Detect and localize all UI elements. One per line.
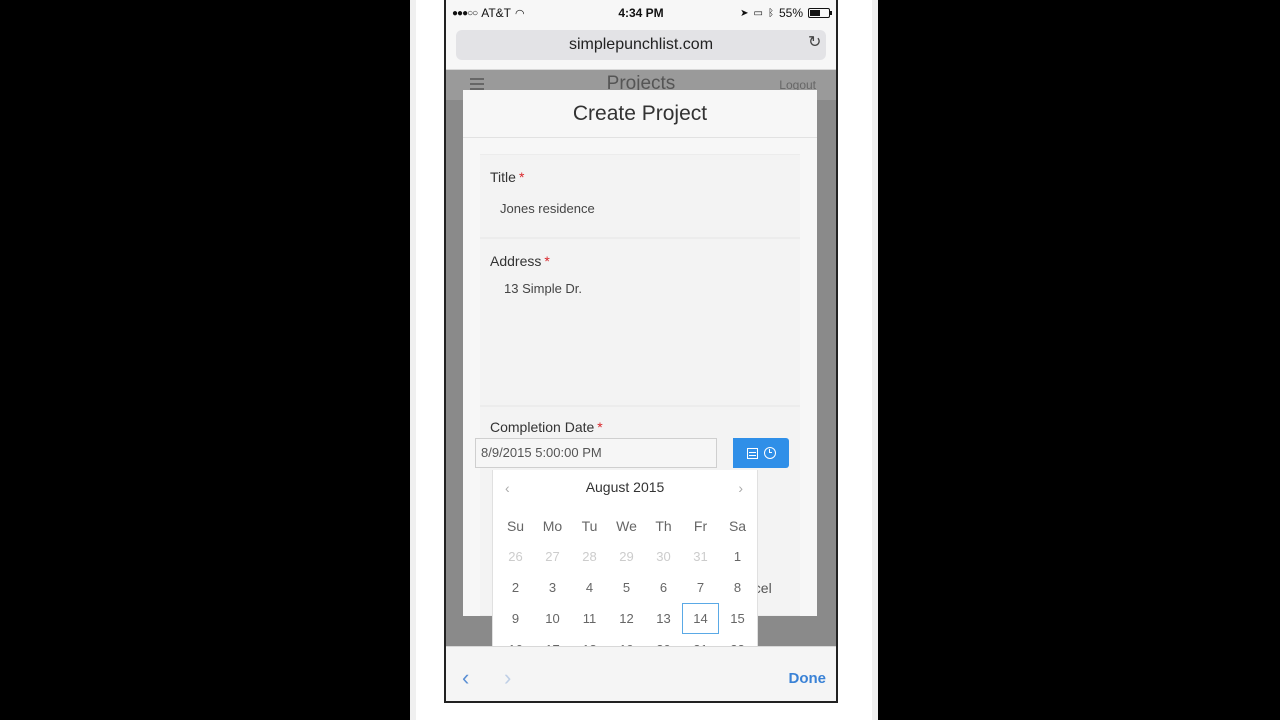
weekday-label: We: [616, 517, 637, 534]
required-mark: *: [544, 253, 550, 269]
phone-screen: ●●●○○ AT&T ◠ 4:34 PM ➤ ▭ ᛒ 55% simplepun…: [444, 0, 838, 703]
calendar-day[interactable]: 22: [719, 634, 756, 646]
calendar-day[interactable]: 17: [534, 634, 571, 646]
address-label: Address *: [490, 253, 550, 269]
modal-divider: [463, 137, 817, 138]
calendar-day[interactable]: 30: [645, 541, 682, 572]
battery-icon: [808, 8, 832, 18]
reload-icon[interactable]: ↻: [808, 35, 824, 51]
calendar-day-selected[interactable]: 14: [682, 603, 719, 634]
weekday-label: Sa: [728, 517, 747, 534]
calendar-week-row: 2345678: [497, 572, 757, 603]
calendar-day[interactable]: 18: [571, 634, 608, 646]
weekday-label: Mo: [542, 517, 563, 534]
browser-url-area: simplepunchlist.com ↻: [446, 28, 836, 70]
location-icon: ➤: [740, 7, 749, 19]
calendar-week-row: 16171819202122: [497, 634, 757, 646]
calendar-day[interactable]: 9: [497, 603, 534, 634]
calendar-day[interactable]: 26: [497, 541, 534, 572]
calendar-day[interactable]: 27: [534, 541, 571, 572]
calendar-weeks: 2627282930311234567891011121314151617181…: [497, 541, 757, 646]
calendar-popup: ‹ August 2015 › Su Mo Tu We Th Fr Sa 26 27 28 29 3…: [492, 470, 758, 646]
calendar-day[interactable]: 4: [571, 572, 608, 603]
required-mark: *: [518, 169, 525, 185]
status-bar: ●●●○○ AT&T ◠ 4:34 PM ➤ ▭ ᛒ 55%: [446, 0, 836, 28]
title-field-card: Title * Jones residence: [480, 154, 800, 238]
address-input[interactable]: 13 Simple Dr.: [504, 281, 582, 296]
clock-icon: [763, 447, 776, 459]
done-button[interactable]: Done: [789, 670, 827, 687]
battery-percent: 55%: [778, 6, 803, 20]
calendar-month-label[interactable]: August 2015: [493, 479, 757, 495]
weekday-label: Tu: [581, 517, 598, 534]
calendar-week-row: 9 10 11 12 13 14 15: [497, 603, 757, 634]
screen-mirror-icon: ▭: [753, 7, 763, 19]
date-picker-button[interactable]: [733, 438, 789, 468]
weekday-header: Su Mo Tu We Th Fr Sa: [497, 510, 757, 541]
calendar-week-row: 26 27 28 29 30 31 1: [497, 541, 757, 572]
calendar-day[interactable]: 13: [645, 603, 682, 634]
calendar-day[interactable]: 1: [719, 541, 756, 572]
calendar-day[interactable]: 11: [571, 603, 608, 634]
address-bar[interactable]: simplepunchlist.com: [456, 30, 826, 60]
calendar-day[interactable]: 20: [645, 634, 682, 646]
completion-date-label: Completion Date *: [490, 419, 603, 435]
calendar-icon: [746, 447, 758, 459]
calendar-day[interactable]: 29: [608, 541, 645, 572]
weekday-label: Fr: [693, 517, 708, 534]
calendar-next-button[interactable]: ›: [738, 480, 743, 496]
battery-fill: [810, 10, 820, 16]
calendar-day[interactable]: 7: [682, 572, 719, 603]
calendar-day[interactable]: 15: [719, 603, 756, 634]
calendar-day[interactable]: 2: [497, 572, 534, 603]
frame-edge-left: [410, 0, 416, 720]
required-mark: *: [597, 419, 603, 435]
calendar-day[interactable]: 10: [534, 603, 571, 634]
address-field-card: Address * 13 Simple Dr.: [480, 238, 800, 406]
calendar-day[interactable]: 3: [534, 572, 571, 603]
calendar-day[interactable]: 5: [608, 572, 645, 603]
url-text: simplepunchlist.com: [568, 36, 714, 53]
weekday-label: Th: [655, 517, 672, 534]
calendar-grid: Su Mo Tu We Th Fr Sa 26 27 28 29 30 31 1 2 3 4 5 6 7 8 9 10 11…: [497, 510, 757, 647]
previous-field-button[interactable]: ‹: [462, 665, 469, 691]
calendar-day[interactable]: 21: [682, 634, 719, 646]
calendar-day[interactable]: 8: [719, 572, 756, 603]
calendar-day[interactable]: 6: [645, 572, 682, 603]
bluetooth-icon: ᛒ: [767, 7, 774, 19]
weekday-label: Su: [506, 517, 525, 534]
calendar-day[interactable]: 12: [608, 603, 645, 634]
modal-title: Create Project: [572, 102, 708, 125]
calendar-day[interactable]: 19: [608, 634, 645, 646]
frame-edge-right: [872, 0, 878, 720]
status-right: ➤ ▭ ᛒ 55%: [740, 6, 832, 20]
completion-date-input[interactable]: 8/9/2015 5:00:00 PM: [475, 438, 717, 468]
title-input[interactable]: Jones residence: [500, 201, 595, 216]
calendar-day[interactable]: 28: [571, 541, 608, 572]
keyboard-accessory-bar: ‹ › Done: [446, 646, 836, 701]
calendar-day[interactable]: 31: [682, 541, 719, 572]
next-field-button[interactable]: ›: [504, 665, 511, 691]
calendar-day[interactable]: 16: [497, 634, 534, 646]
title-label: Title *: [490, 169, 525, 185]
